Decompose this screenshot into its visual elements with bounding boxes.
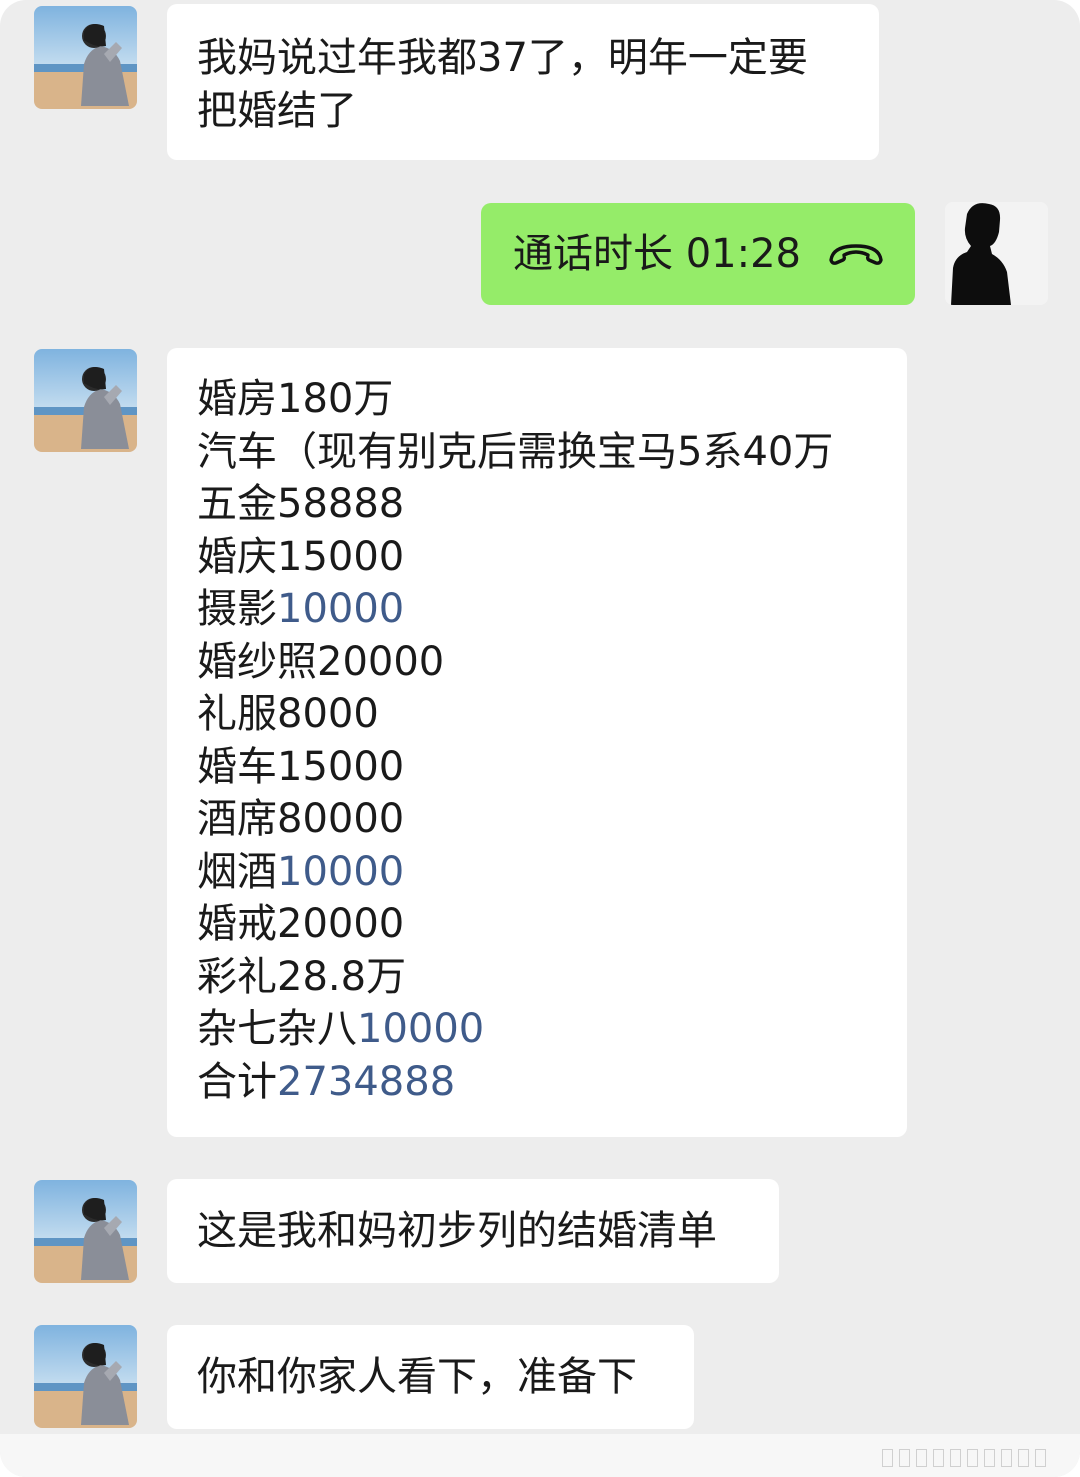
message-bubble[interactable]: 我妈说过年我都37了，明年一定要 把婚结了 [167, 4, 879, 160]
list-item: 婚戒20000 [197, 901, 405, 947]
watermark-logo [882, 1449, 1046, 1467]
message-bubble[interactable]: 这是我和妈初步列的结婚清单 [167, 1179, 779, 1283]
my-avatar[interactable] [945, 202, 1048, 305]
list-item: 婚房180万 [197, 376, 394, 422]
linked-number[interactable]: 10000 [277, 849, 404, 895]
list-item: 婚车15000 [197, 743, 405, 790]
contact-avatar[interactable] [34, 1325, 137, 1428]
call-duration-label: 通话时长 01:28 [513, 230, 801, 277]
silhouette-avatar-image [945, 202, 1048, 305]
message-bubble[interactable]: 你和你家人看下，准备下 [167, 1325, 694, 1429]
message-text: 我妈说过年我都37了，明年一定要 把婚结了 [197, 35, 808, 134]
list-item: 五金58888 [197, 481, 405, 527]
list-item: 婚纱照20000 [197, 638, 445, 685]
list-item: 汽车（现有别克后需换宝马5系40万 [197, 428, 834, 475]
list-item-total: 合计2734888 [197, 1058, 456, 1105]
contact-avatar[interactable] [34, 6, 137, 109]
list-item: 彩礼28.8万 [197, 953, 407, 1000]
contact-avatar[interactable] [34, 1180, 137, 1283]
list-item: 酒席80000 [197, 796, 405, 842]
linked-number[interactable]: 2734888 [277, 1059, 455, 1105]
phone-icon [827, 228, 885, 281]
message-text: 你和你家人看下，准备下 [197, 1354, 637, 1400]
message-text: 这是我和妈初步列的结婚清单 [197, 1208, 717, 1254]
linked-number[interactable]: 10000 [357, 1006, 484, 1052]
list-item: 烟酒10000 [197, 848, 405, 895]
list-item: 杂七杂八10000 [197, 1006, 485, 1052]
contact-avatar-image [34, 349, 137, 452]
list-item: 摄影10000 [197, 586, 405, 632]
list-item: 婚庆15000 [197, 533, 405, 580]
call-record-bubble[interactable]: 通话时长 01:28 [481, 203, 915, 305]
contact-avatar-image [34, 6, 137, 109]
contact-avatar[interactable] [34, 349, 137, 452]
bottom-strip [0, 1434, 1080, 1477]
contact-avatar-image [34, 1180, 137, 1283]
linked-number[interactable]: 10000 [277, 586, 404, 632]
chat-panel[interactable]: 我妈说过年我都37了，明年一定要 把婚结了 通话时长 01:28 婚房180万 … [0, 0, 1080, 1477]
list-item: 礼服8000 [197, 691, 379, 737]
contact-avatar-image [34, 1325, 137, 1428]
wedding-list-bubble[interactable]: 婚房180万 汽车（现有别克后需换宝马5系40万 五金58888 婚庆15000… [167, 348, 907, 1137]
